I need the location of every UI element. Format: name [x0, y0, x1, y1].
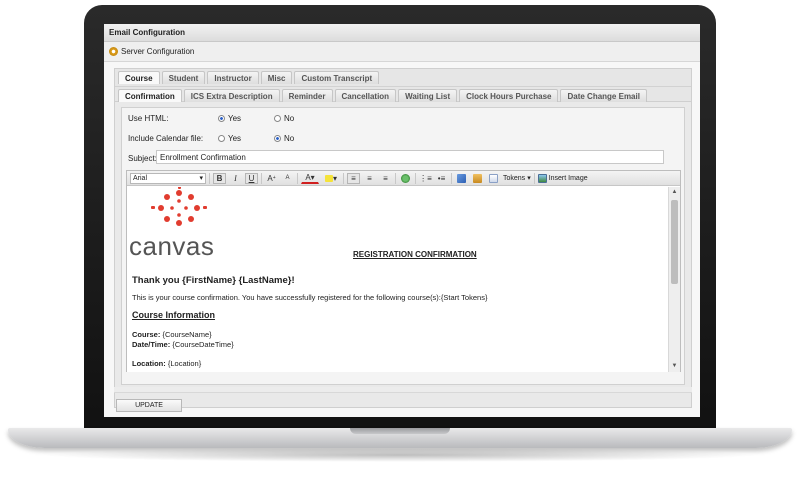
tab-custom-transcript[interactable]: Custom Transcript — [294, 71, 380, 84]
thank-you-heading: Thank you {FirstName} {LastName}! — [132, 275, 295, 286]
font-select[interactable]: Arial ▾ — [130, 172, 206, 184]
tab-date-change-email[interactable]: Date Change Email — [560, 89, 647, 102]
chevron-down-icon: ▾ — [199, 175, 203, 182]
server-configuration-link[interactable]: Server Configuration — [104, 42, 700, 62]
use-html-yes-radio[interactable] — [218, 115, 225, 122]
toolbar-separator — [209, 172, 210, 184]
font-color-icon[interactable]: A▾ — [301, 173, 319, 184]
datetime-label: Date/Time: — [132, 340, 171, 349]
tab-reminder[interactable]: Reminder — [281, 89, 333, 102]
editor-content[interactable]: canvas REGISTRATION CONFIRMATION Thank y… — [127, 187, 669, 372]
align-right-icon[interactable]: ≡ — [379, 173, 392, 184]
paste-text-icon[interactable] — [487, 173, 500, 184]
decrease-font-size-icon[interactable]: A — [281, 173, 294, 184]
toolbar-separator — [261, 172, 262, 184]
insert-image-button[interactable]: Insert Image — [537, 173, 588, 183]
include-calendar-no-label: No — [284, 134, 295, 143]
use-html-label: Use HTML: — [128, 114, 169, 123]
use-html-yes-label: Yes — [228, 114, 242, 123]
tokens-dropdown[interactable]: Tokens ▾ — [503, 174, 531, 183]
include-calendar-label: Include Calendar file: — [128, 134, 204, 143]
image-icon — [537, 173, 547, 183]
tab-instructor[interactable]: Instructor — [207, 71, 259, 84]
use-html-no-option[interactable]: No — [274, 114, 294, 123]
edit-source-icon[interactable] — [455, 173, 468, 184]
toolbar-separator — [451, 172, 452, 184]
tab-waiting-list[interactable]: Waiting List — [398, 89, 458, 102]
form-area: Use HTML: Yes No Include Calendar file: … — [121, 107, 685, 385]
window-title: Email Configuration — [104, 24, 700, 42]
main-panel: Course Student Instructor Misc Custom Tr… — [114, 68, 692, 408]
highlight-color-icon[interactable]: ▾ — [322, 173, 340, 184]
tab-confirmation[interactable]: Confirmation — [118, 89, 182, 102]
intro-text: This is your course confirmation. You ha… — [132, 293, 488, 302]
tab-student[interactable]: Student — [161, 71, 206, 84]
registration-title: REGISTRATION CONFIRMATION — [353, 250, 477, 259]
use-html-no-label: No — [284, 114, 295, 123]
include-calendar-no-option[interactable]: No — [274, 134, 294, 143]
datetime-value: {CourseDateTime} — [172, 340, 234, 349]
include-calendar-yes-radio[interactable] — [218, 135, 225, 142]
font-select-value: Arial — [133, 174, 148, 182]
include-calendar-yes-label: Yes — [228, 134, 242, 143]
scroll-up-icon[interactable]: ▲ — [669, 188, 680, 197]
editor-scrollbar[interactable]: ▲ ▼ — [668, 187, 680, 372]
include-calendar-no-radio[interactable] — [274, 135, 281, 142]
panel-footer — [114, 387, 692, 393]
bold-button[interactable]: B — [213, 172, 226, 184]
include-calendar-yes-option[interactable]: Yes — [218, 134, 241, 143]
subject-label: Subject: — [128, 154, 157, 163]
location-value: {Location} — [167, 359, 202, 368]
paste-icon[interactable] — [471, 173, 484, 184]
tab-clock-hours-purchase[interactable]: Clock Hours Purchase — [459, 89, 559, 102]
align-left-icon[interactable]: ≡ — [347, 172, 360, 184]
chevron-down-icon: ▾ — [527, 175, 531, 182]
tab-course[interactable]: Course — [118, 71, 160, 84]
toolbar-separator — [415, 172, 416, 184]
update-button[interactable]: UPDATE — [116, 399, 182, 412]
scroll-thumb[interactable] — [671, 200, 678, 284]
toolbar-separator — [343, 172, 344, 184]
underline-button[interactable]: U — [245, 172, 258, 184]
insert-image-label: Insert Image — [548, 174, 588, 182]
tab-ics-extra-description[interactable]: ICS Extra Description — [183, 89, 280, 102]
tab-misc[interactable]: Misc — [260, 71, 293, 84]
canvas-logo-mark — [151, 187, 207, 226]
laptop-notch — [350, 428, 450, 434]
secondary-tabs: Confirmation ICS Extra Description Remin… — [115, 86, 691, 102]
primary-tabs: Course Student Instructor Misc Custom Tr… — [115, 69, 691, 86]
rich-text-editor: Arial ▾ B I U A + A A▾ ▾ ≡ ≡ ≡ ⋮≡ •≡ Tok… — [126, 170, 681, 372]
laptop-shadow — [40, 448, 760, 462]
course-info-heading: Course Information — [132, 310, 216, 320]
subject-input[interactable]: Enrollment Confirmation — [156, 150, 664, 164]
scroll-down-icon[interactable]: ▼ — [669, 362, 680, 371]
toolbar-separator — [533, 172, 535, 184]
datetime-line: Date/Time: {CourseDateTime} — [132, 340, 234, 349]
canvas-logo-text: canvas — [129, 231, 215, 261]
location-line: Location: {Location} — [132, 359, 201, 368]
canvas-logo: canvas — [127, 187, 231, 265]
italic-button[interactable]: I — [229, 173, 242, 184]
align-center-icon[interactable]: ≡ — [363, 173, 376, 184]
course-value: {CourseName} — [162, 330, 212, 339]
location-label: Location: — [132, 359, 166, 368]
toolbar-separator — [395, 172, 396, 184]
use-html-no-radio[interactable] — [274, 115, 281, 122]
toolbar-separator — [297, 172, 298, 184]
course-label: Course: — [132, 330, 161, 339]
course-line: Course: {CourseName} — [132, 330, 212, 339]
numbered-list-icon[interactable]: ⋮≡ — [419, 173, 432, 184]
bulleted-list-icon[interactable]: •≡ — [435, 173, 448, 184]
gear-icon — [109, 47, 118, 56]
link-icon[interactable] — [399, 173, 412, 184]
use-html-yes-option[interactable]: Yes — [218, 114, 241, 123]
increase-font-size-icon[interactable]: A + — [265, 173, 278, 184]
server-configuration-label: Server Configuration — [121, 47, 195, 56]
tab-cancellation[interactable]: Cancellation — [334, 89, 397, 102]
screen: Email Configuration Server Configuration… — [104, 24, 700, 417]
tokens-label: Tokens — [503, 174, 526, 182]
editor-toolbar: Arial ▾ B I U A + A A▾ ▾ ≡ ≡ ≡ ⋮≡ •≡ Tok… — [127, 171, 680, 186]
